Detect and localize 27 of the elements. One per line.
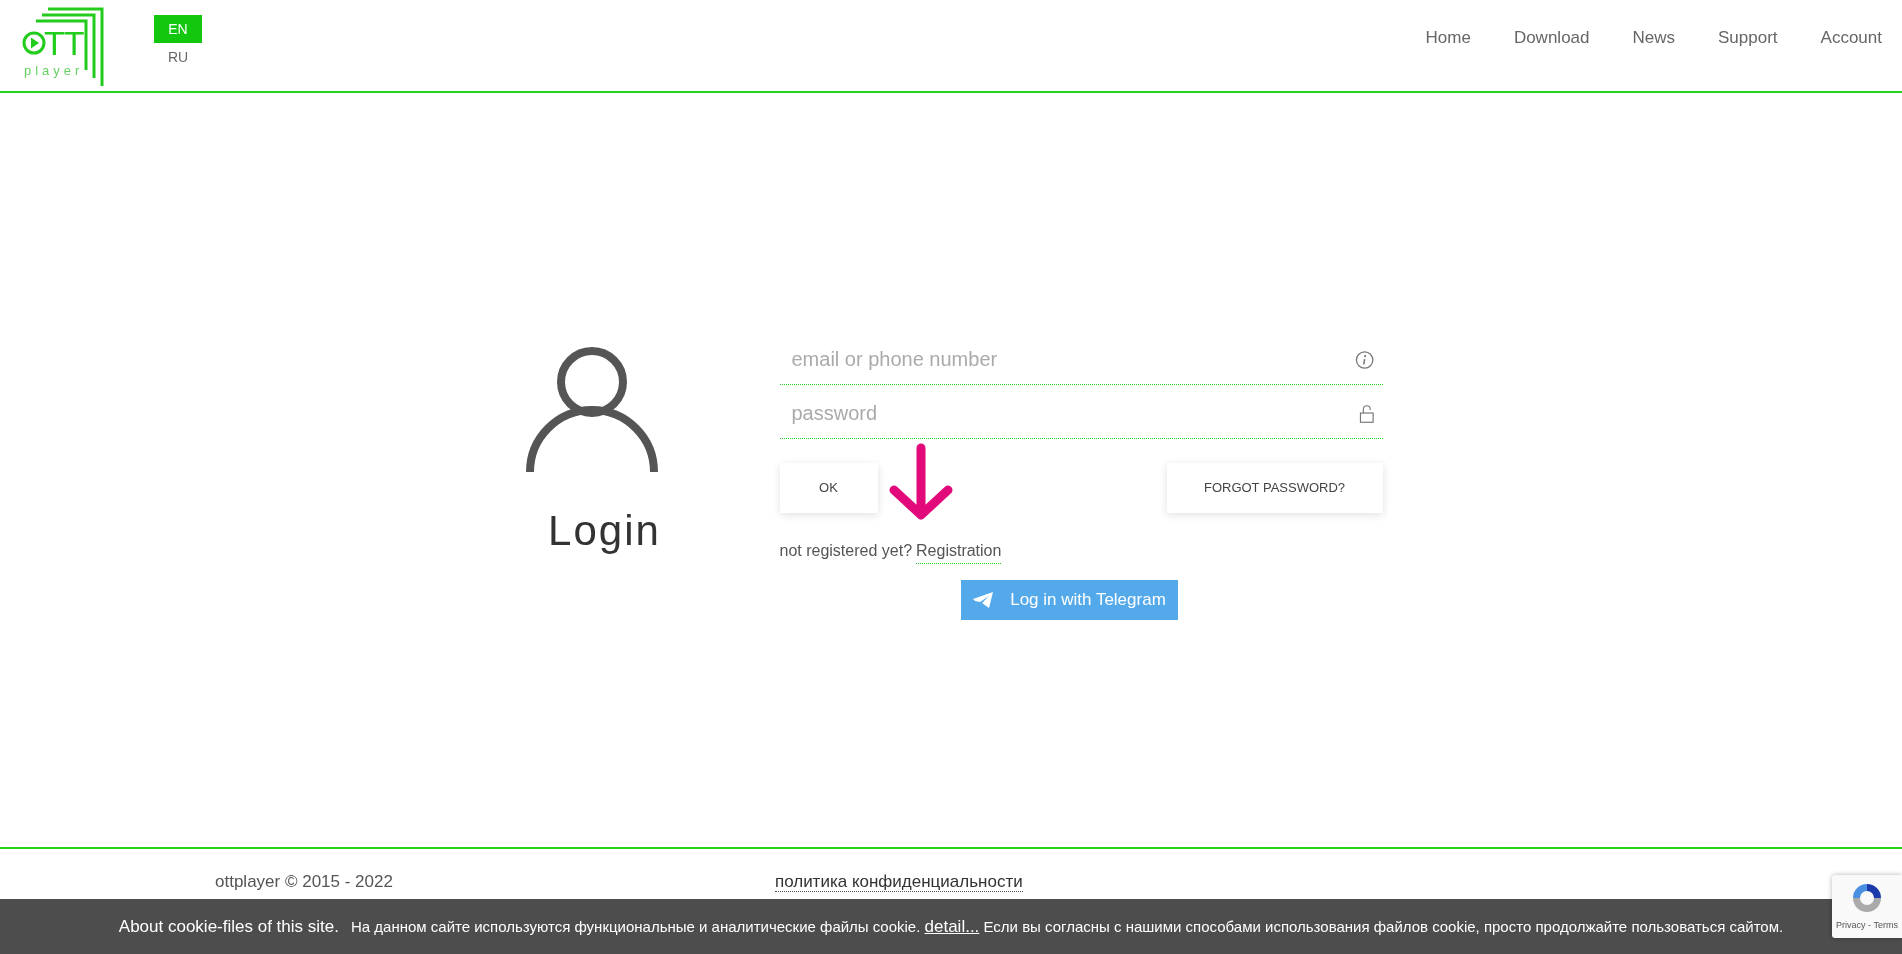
input-field[interactable]: email or phone number	[779, 335, 1356, 384]
logo-subtext: player	[24, 63, 84, 77]
nav-link[interactable]: Home	[1425, 24, 1471, 51]
unlocked-padlock-icon	[1358, 403, 1375, 424]
cookie-detail-link[interactable]: detail...	[924, 916, 980, 936]
nav-link[interactable]: Account	[1820, 24, 1882, 51]
input-field[interactable]: password	[779, 389, 1359, 438]
copyright-text: ottplayer © 2015 - 2022	[215, 871, 393, 893]
cookie-title: About cookie-files of this site.	[118, 915, 339, 938]
user-icon	[526, 347, 658, 475]
nav-link[interactable]: Support	[1718, 24, 1778, 51]
nav-link[interactable]: News	[1632, 24, 1675, 51]
privacy-policy-link[interactable]: политика конфиденциальности	[774, 869, 1023, 892]
register-prompt: not registered yet?	[779, 541, 913, 561]
recaptcha-links[interactable]: Privacy - Terms	[1836, 918, 1898, 933]
registration-link[interactable]: Registration	[916, 539, 1002, 564]
down-arrow-icon	[887, 443, 954, 523]
language-option[interactable]: RU	[167, 47, 189, 68]
cookie-text: На данном сайте используются функциональные и аналитические файлы cookie. detail... Если вы согласны с нашими способами использования файлов cookie, просто продолжайте пользоваться сайтом.	[351, 915, 1784, 938]
nav-link[interactable]: Download	[1513, 24, 1590, 51]
ok-button[interactable]: OK	[779, 463, 878, 513]
info-icon	[1355, 349, 1375, 370]
forgot-password-button[interactable]: FORGOT PASSWORD?	[1166, 463, 1383, 513]
login-title: Login	[548, 506, 661, 556]
logo-text: TT	[44, 25, 84, 60]
play-icon	[22, 30, 46, 55]
paper-plane-icon	[972, 591, 995, 609]
